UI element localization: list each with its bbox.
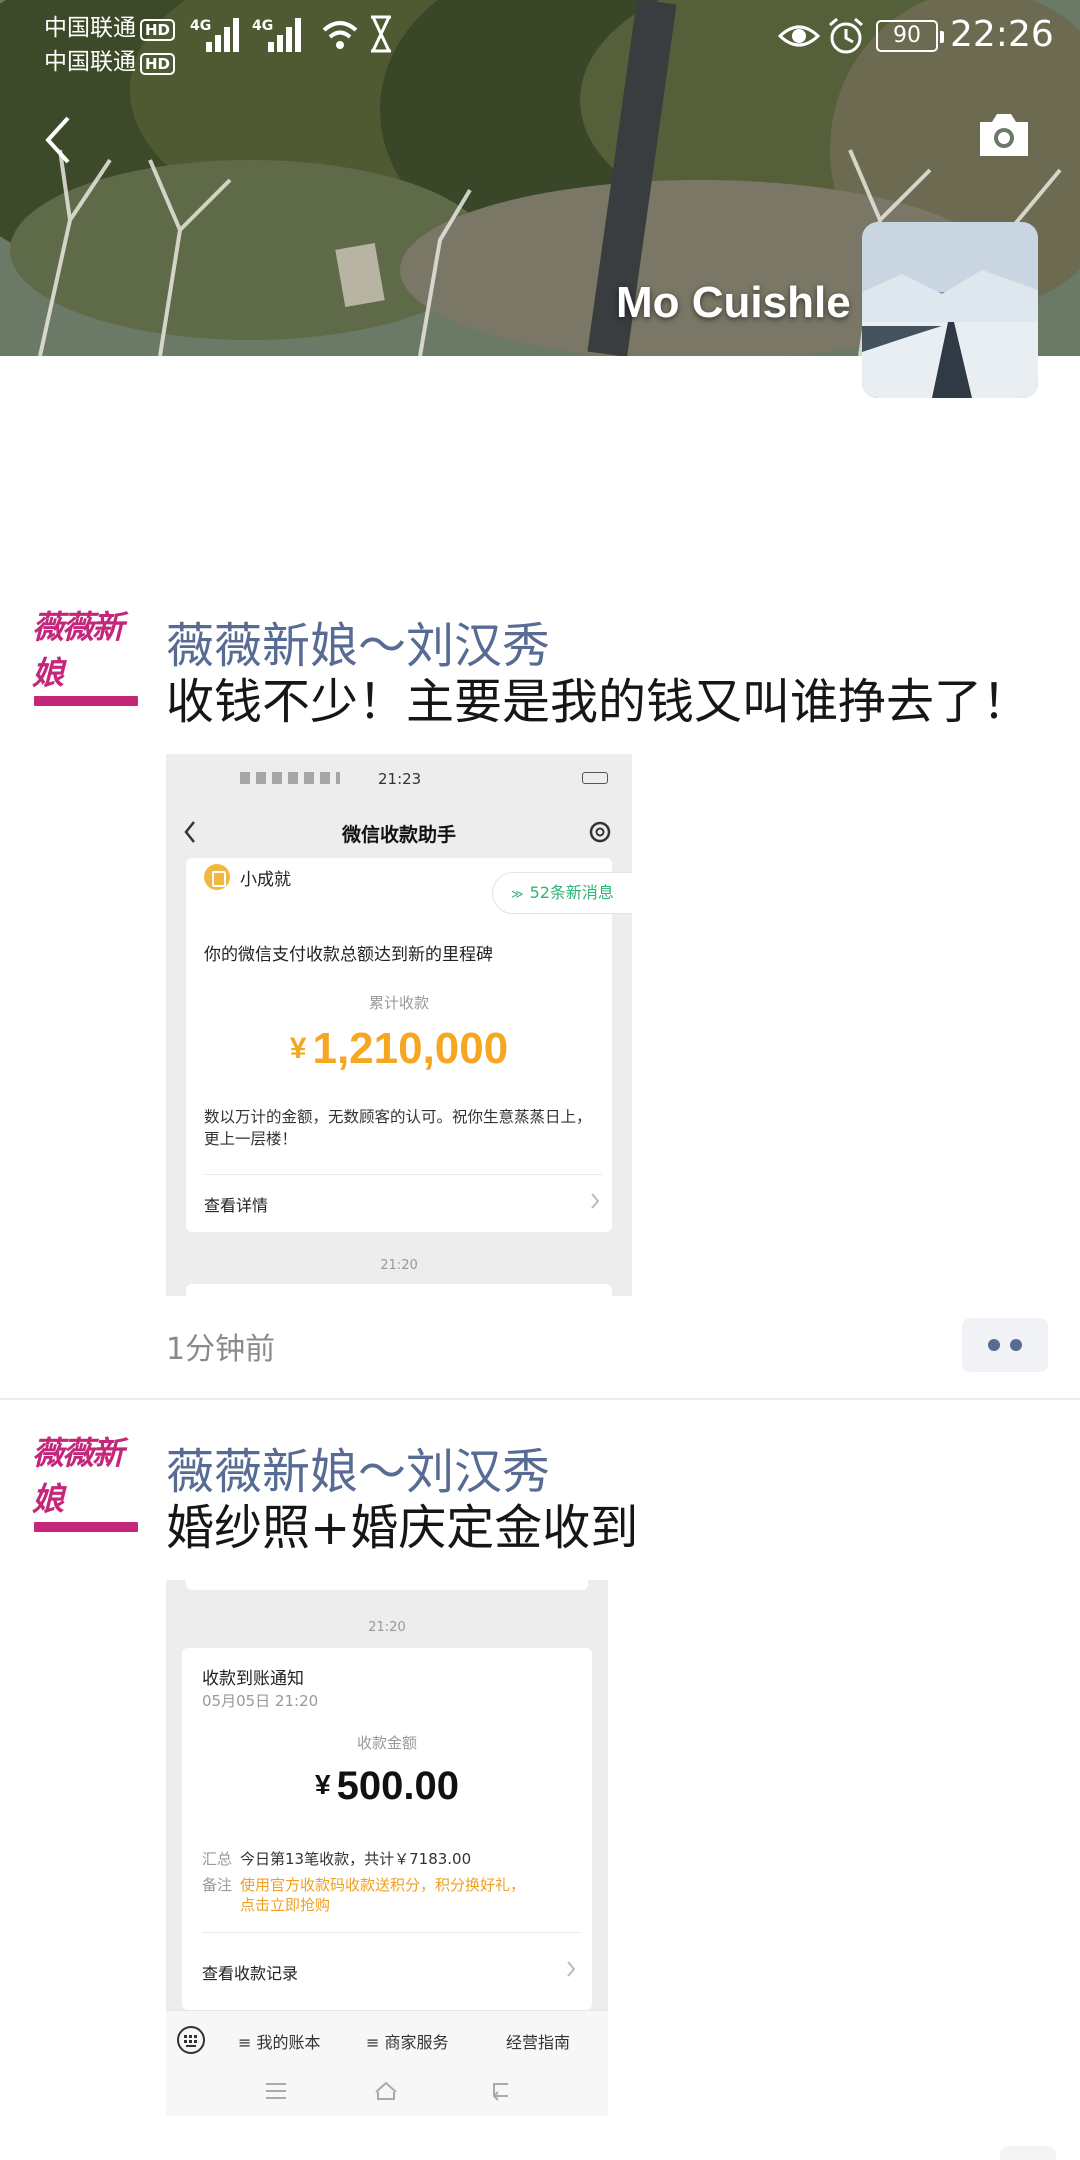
image-note-line2: 备注点击立即抢购 — [240, 1896, 331, 1914]
image-details-link: 查看详情 — [204, 1196, 269, 1215]
status-time: 22:26 — [950, 14, 1054, 55]
author-avatar[interactable]: 薇薇新娘 — [32, 600, 140, 708]
image-nav-bar — [166, 2066, 608, 2116]
post-text: 婚纱照+婚庆定金收到 — [166, 1500, 639, 1556]
image-nav-title: 微信收款助手 — [341, 824, 456, 846]
keyboard-icon — [177, 2026, 205, 2054]
post-divider — [0, 1398, 1080, 1400]
image-card-partial — [186, 1580, 588, 1590]
more-button[interactable] — [962, 1318, 1048, 1372]
image-menu-item: ≡ 商家服务 — [366, 2033, 449, 2052]
post-image[interactable]: 21:20 收款到账通知 05月05日 21:20 收款金额 ¥500.00 汇… — [166, 1580, 608, 2116]
image-amount: ¥1,210,000 — [289, 1024, 509, 1073]
image-menu-item: ≡ 我的账本 — [238, 2033, 321, 2052]
image-menu-bar: ≡ 我的账本 ≡ 商家服务 经营指南 — [166, 2010, 608, 2066]
avatar-logo: 薇薇新娘 — [32, 608, 124, 692]
image-time: 21:20 — [368, 1620, 406, 1635]
more-dots-icon — [988, 1339, 1000, 1351]
image-date: 05月05日 21:20 — [202, 1692, 319, 1710]
back-nav-icon — [493, 2083, 508, 2101]
profile-name[interactable]: Mo Cuishle — [616, 278, 851, 328]
avatar-logo: 薇薇新娘 — [32, 1434, 124, 1518]
wifi-icon — [322, 21, 358, 49]
hd-badge: HD — [140, 53, 176, 75]
more-button-partial[interactable] — [1000, 2146, 1056, 2160]
home-icon — [375, 2081, 397, 2100]
avatar-logo-strip — [34, 1522, 138, 1532]
image-new-messages: ≫ 52条新消息 — [492, 872, 632, 914]
hourglass-icon — [371, 15, 391, 53]
post-text: 收钱不少！主要是我的钱又叫谁挣去了！ — [166, 674, 1031, 730]
image-note: 备注 使用官方收款码收款送积分，积分换好礼， — [202, 1876, 526, 1894]
image-divider — [204, 1174, 602, 1175]
image-summary: 汇总 今日第13笔收款，共计￥7183.00 — [202, 1850, 472, 1868]
menu-icon — [266, 2083, 286, 2099]
carrier-1: 中国联通 HD — [44, 8, 176, 42]
status-bar: 中国联通 HD 中国联通 HD 4G 4G 90 22:26 — [0, 0, 1080, 80]
image-message: 你的微信支付收款总额达到新的里程碑 — [204, 945, 493, 965]
post-image[interactable]: 21:23 微信收款助手 小成就 ≫ 52条新消息 你的微信支付收款总额达到新的里… — [166, 754, 632, 1296]
more-dots-icon — [1010, 1339, 1022, 1351]
author-avatar[interactable]: 薇薇新娘 — [32, 1426, 140, 1534]
image-achievement: 小成就 — [204, 864, 291, 890]
eye-icon — [778, 25, 820, 47]
alarm-icon — [829, 17, 863, 54]
image-menu-item: 经营指南 — [506, 2033, 571, 2052]
profile-avatar[interactable] — [862, 222, 1038, 398]
avatar-image — [862, 222, 1038, 398]
image-records-link: 查看收款记录 — [202, 1964, 299, 1983]
image-amount-label: 收款金额 — [356, 1734, 417, 1752]
image-description: 数以万计的金额，无数顾客的认可。祝你生意蒸蒸日上，更上一层楼！ — [204, 1108, 592, 1148]
avatar-logo-strip — [34, 696, 138, 706]
carrier-2: 中国联通 HD — [44, 42, 176, 76]
image-title: 收款到账通知 — [202, 1669, 304, 1689]
achievement-icon — [204, 864, 230, 890]
image-card-partial — [186, 1284, 612, 1296]
image-time: 21:20 — [380, 1258, 418, 1273]
chevron-right-icon — [591, 1193, 600, 1209]
post-author[interactable]: 薇薇新娘～刘汉秀 — [166, 1432, 550, 1502]
chevron-right-icon — [567, 1961, 576, 1977]
image-nav-bar: 微信收款助手 — [166, 808, 632, 858]
post-author[interactable]: 薇薇新娘～刘汉秀 — [166, 606, 550, 676]
camera-icon[interactable] — [976, 110, 1032, 160]
back-icon[interactable] — [36, 110, 80, 170]
image-divider — [202, 1932, 580, 1933]
battery-icon: 90 — [876, 20, 944, 52]
image-amount: ¥500.00 — [315, 1764, 459, 1808]
image-status-bar: 21:23 — [166, 754, 632, 804]
image-gear-icon — [589, 821, 611, 843]
post-timestamp: 1分钟前 — [166, 1332, 276, 1367]
hd-badge: HD — [140, 19, 176, 41]
image-cumulative-label: 累计收款 — [368, 994, 429, 1012]
